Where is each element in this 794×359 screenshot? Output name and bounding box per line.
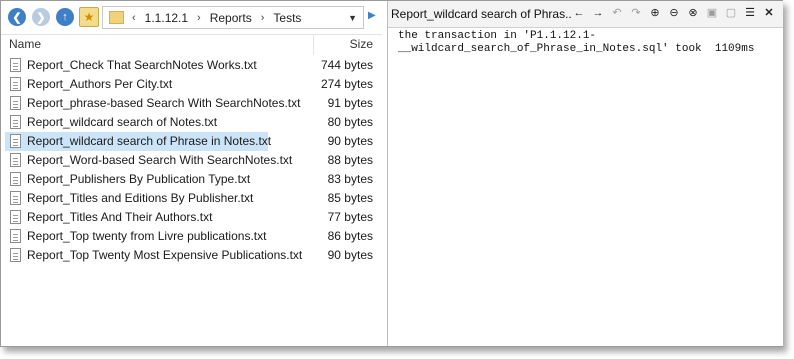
breadcrumb-item[interactable]: 1.1.12.1 <box>145 11 188 25</box>
file-name: Report_Titles and Editions By Publisher.… <box>27 191 254 205</box>
close-icon[interactable]: ✕ <box>762 6 776 20</box>
file-row[interactable]: Report_phrase-based Search With SearchNo… <box>1 94 382 113</box>
collapse-pane-icon[interactable]: ▶ <box>368 10 380 24</box>
file-row[interactable]: Report_wildcard search of Notes.txt 80 b… <box>1 113 382 132</box>
file-name: Report_phrase-based Search With SearchNo… <box>27 96 301 110</box>
file-row[interactable]: Report_Check That SearchNotes Works.txt … <box>1 56 382 75</box>
folder-icon <box>109 11 124 24</box>
file-row[interactable]: Report_Titles And Their Authors.txt 77 b… <box>1 208 382 227</box>
breadcrumb-separator: ‹ <box>132 11 136 24</box>
column-header-size[interactable]: Size <box>350 37 373 51</box>
breadcrumb-item[interactable]: Reports <box>210 11 252 25</box>
file-size: 744 bytes <box>320 58 373 72</box>
file-size: 90 bytes <box>327 248 373 262</box>
file-name: Report_Titles And Their Authors.txt <box>27 210 213 224</box>
file-icon <box>10 153 21 167</box>
zoom-reset-icon[interactable]: ⊗ <box>686 6 700 20</box>
file-row-selected[interactable]: Report_wildcard search of Phrase in Note… <box>1 132 382 151</box>
file-name: Report_Check That SearchNotes Works.txt <box>27 58 257 72</box>
zoom-in-icon[interactable]: ⊕ <box>648 6 662 20</box>
file-name: Report_wildcard search of Notes.txt <box>27 115 218 129</box>
forward-icon[interactable]: ❯ <box>32 8 50 26</box>
file-size: 80 bytes <box>327 115 373 129</box>
file-size: 274 bytes <box>320 77 373 91</box>
file-size: 83 bytes <box>327 172 373 186</box>
arrow-left-icon[interactable]: ← <box>572 6 586 20</box>
content-line: __wildcard_search_of_Phrase_in_Notes.sql… <box>398 43 755 55</box>
file-icon <box>10 115 21 129</box>
breadcrumb-item[interactable]: Tests <box>273 11 301 25</box>
file-name: Report_Authors Per City.txt <box>27 77 173 91</box>
chevron-down-icon[interactable]: ▼ <box>348 13 357 23</box>
file-icon <box>10 210 21 224</box>
favorites-icon[interactable]: ★ <box>79 7 99 27</box>
column-divider[interactable] <box>313 34 314 55</box>
menu-icon[interactable]: ☰ <box>743 6 757 20</box>
file-icon <box>10 172 21 186</box>
file-icon <box>10 77 21 91</box>
file-icon <box>10 134 21 148</box>
file-size: 85 bytes <box>327 191 373 205</box>
up-icon[interactable]: ↑ <box>56 8 74 26</box>
file-browser-pane: ❮ ❯ ↑ ★ ‹ 1.1.12.1 › Reports › Tests ▼ ▶… <box>1 1 382 346</box>
viewer-content[interactable]: the transaction in 'P1.1.12.1- __wildcard… <box>398 30 754 56</box>
zoom-out-icon[interactable]: ⊖ <box>667 6 681 20</box>
file-name: Report_Word-based Search With SearchNote… <box>27 153 293 167</box>
file-name: Report_wildcard search of Phrase in Note… <box>27 134 272 148</box>
file-size: 77 bytes <box>327 210 373 224</box>
content-line: the transaction in 'P1.1.12.1- <box>398 30 597 42</box>
viewer-pane: Report_wildcard search of Phras... ← → ↶… <box>387 1 783 346</box>
column-header-name[interactable]: Name <box>9 37 41 51</box>
file-size: 88 bytes <box>327 153 373 167</box>
file-name: Report_Top Twenty Most Expensive Publica… <box>27 248 303 262</box>
arrow-right-icon[interactable]: → <box>591 6 605 20</box>
file-row[interactable]: Report_Publishers By Publication Type.tx… <box>1 170 382 189</box>
list-header: Name Size <box>1 34 382 55</box>
file-icon <box>10 96 21 110</box>
breadcrumb-separator: › <box>260 11 265 24</box>
file-name: Report_Top twenty from Livre publication… <box>27 229 267 243</box>
file-row[interactable]: Report_Titles and Editions By Publisher.… <box>1 189 382 208</box>
app-window: ❮ ❯ ↑ ★ ‹ 1.1.12.1 › Reports › Tests ▼ ▶… <box>0 0 783 347</box>
maximize-icon[interactable]: ▢ <box>724 6 738 20</box>
file-name: Report_Publishers By Publication Type.tx… <box>27 172 251 186</box>
file-icon <box>10 58 21 72</box>
file-size: 90 bytes <box>327 134 373 148</box>
viewer-title: Report_wildcard search of Phras... <box>391 7 571 21</box>
file-icon <box>10 191 21 205</box>
breadcrumb-separator: › <box>197 11 201 24</box>
file-row[interactable]: Report_Authors Per City.txt 274 bytes <box>1 75 382 94</box>
redo-icon[interactable]: ↷ <box>629 6 643 20</box>
undo-icon[interactable]: ↶ <box>610 6 624 20</box>
file-size: 91 bytes <box>327 96 373 110</box>
file-row[interactable]: Report_Word-based Search With SearchNote… <box>1 151 382 170</box>
address-bar[interactable]: ‹ 1.1.12.1 › Reports › Tests ▼ <box>102 6 364 29</box>
back-icon[interactable]: ❮ <box>8 8 26 26</box>
navigation-toolbar: ❮ ❯ ↑ ★ ‹ 1.1.12.1 › Reports › Tests ▼ ▶ <box>1 1 382 35</box>
file-icon <box>10 229 21 243</box>
file-icon <box>10 248 21 262</box>
restore-icon[interactable]: ▣ <box>705 6 719 20</box>
file-row[interactable]: Report_Top Twenty Most Expensive Publica… <box>1 246 382 265</box>
file-row[interactable]: Report_Top twenty from Livre publication… <box>1 227 382 246</box>
file-size: 86 bytes <box>327 229 373 243</box>
viewer-titlebar: Report_wildcard search of Phras... ← → ↶… <box>388 1 783 28</box>
